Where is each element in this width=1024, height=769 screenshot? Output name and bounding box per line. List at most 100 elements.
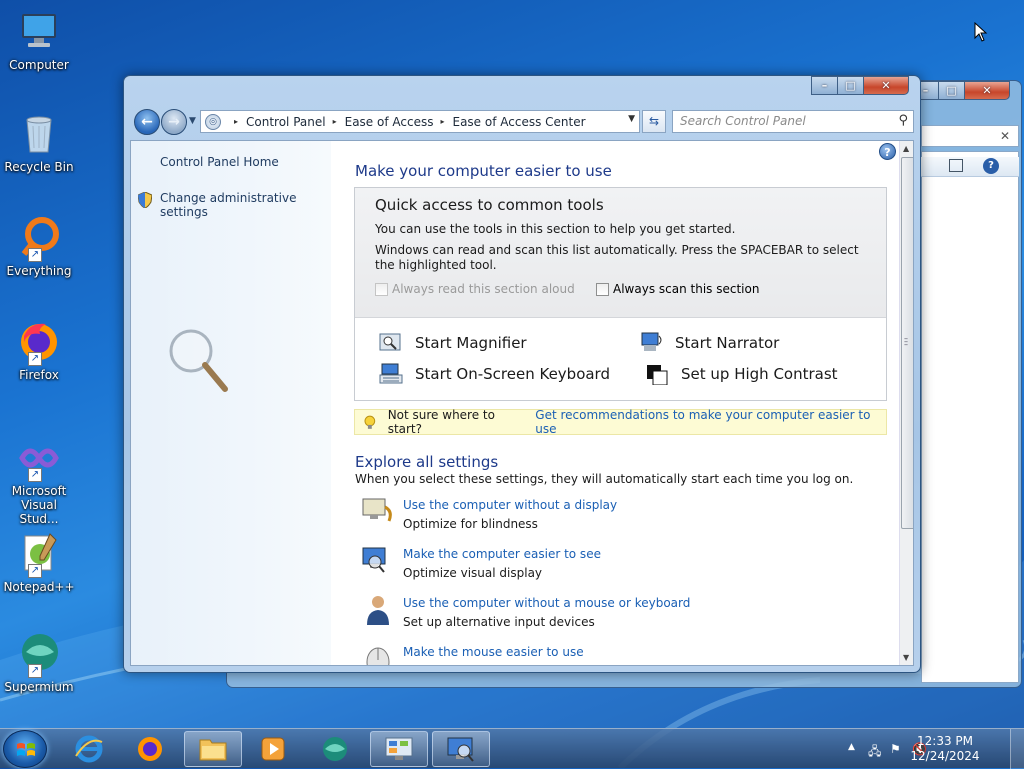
desktop-icon-computer[interactable]: Computer: [2, 8, 76, 72]
change-admin-settings-link[interactable]: Change administrative settings: [160, 191, 331, 219]
setting-without-display[interactable]: Use the computer without a display Optim…: [361, 495, 617, 533]
explore-settings-subtitle: When you select these settings, they wil…: [355, 472, 854, 486]
setup-high-contrast-label: Set up High Contrast: [681, 365, 838, 383]
always-read-aloud-label: Always read this section aloud: [392, 282, 575, 296]
address-bar[interactable]: ◎ ▸ Control Panel ▸ Ease of Access ▸ Eas…: [200, 110, 640, 133]
desktop-icon-supermium[interactable]: ↗ Supermium: [2, 630, 76, 694]
action-center-flag-icon[interactable]: ⚑: [890, 742, 901, 756]
start-magnifier-button[interactable]: Start Magnifier: [379, 332, 527, 354]
address-dropdown-icon[interactable]: ▼: [628, 114, 635, 124]
setting-mouse-easier[interactable]: Make the mouse easier to use: [361, 642, 584, 665]
taskbar-media-player[interactable]: [244, 731, 302, 767]
keyboard-icon: [379, 363, 403, 384]
desktop-icon-label: Computer: [9, 58, 69, 72]
desktop-icon-label: Notepad++: [3, 580, 75, 594]
scrollbar-grip-icon: – – –: [904, 334, 908, 349]
breadcrumb-ease-of-access-center[interactable]: Ease of Access Center: [452, 115, 585, 129]
forward-button[interactable]: →: [161, 109, 187, 135]
recommendations-tip: Not sure where to start? Get recommendat…: [354, 408, 887, 436]
network-icon[interactable]: 🖧: [868, 742, 881, 763]
quick-access-header: Quick access to common tools You can use…: [355, 188, 886, 318]
scroll-down-icon[interactable]: ▼: [903, 653, 909, 662]
system-tray: ▲ 🖧 ⚑ 🔇 12:33 PM 12/24/2024: [824, 729, 1024, 769]
start-onscreen-keyboard-button[interactable]: Start On-Screen Keyboard: [379, 363, 610, 385]
bg-toolbar: ?: [921, 157, 1019, 177]
narrator-icon: [641, 332, 662, 351]
recycle-bin-icon: [16, 110, 62, 156]
setup-high-contrast-button[interactable]: Set up High Contrast: [645, 363, 838, 385]
taskbar-control-panel[interactable]: [370, 731, 428, 767]
setting-title[interactable]: Make the computer easier to see: [403, 544, 601, 564]
search-input[interactable]: Search Control Panel ⚲: [672, 110, 914, 133]
mouse-icon: [366, 647, 390, 665]
always-read-aloud-checkbox[interactable]: Always read this section aloud: [375, 282, 575, 296]
background-window-caption-buttons: – □ ✕: [912, 81, 1010, 100]
bg-address-bar[interactable]: ✕: [921, 125, 1019, 147]
breadcrumb-separator-icon[interactable]: ▸: [333, 117, 337, 126]
start-button[interactable]: [3, 730, 47, 768]
maximize-button[interactable]: □: [837, 76, 864, 95]
bg-close-button[interactable]: ✕: [964, 81, 1010, 100]
refresh-button[interactable]: ⇆: [642, 110, 666, 133]
taskbar-internet-explorer[interactable]: [60, 731, 118, 767]
desktop-icon-recycle-bin[interactable]: Recycle Bin: [2, 110, 76, 174]
breadcrumb-ease-of-access[interactable]: Ease of Access: [345, 115, 434, 129]
taskbar-firefox[interactable]: [121, 731, 179, 767]
setting-title[interactable]: Use the computer without a display: [403, 495, 617, 515]
bg-maximize-button[interactable]: □: [938, 81, 965, 100]
quick-access-title: Quick access to common tools: [375, 196, 604, 214]
search-icon[interactable]: ⚲: [898, 113, 908, 128]
ease-of-access-icon: [447, 737, 474, 762]
shortcut-arrow-icon: ↗: [28, 564, 42, 578]
taskbar-supermium[interactable]: [306, 731, 364, 767]
recommendations-link[interactable]: Get recommendations to make your compute…: [535, 408, 886, 436]
always-scan-label: Always scan this section: [613, 282, 760, 296]
setting-without-mouse-keyboard[interactable]: Use the computer without a mouse or keyb…: [361, 593, 690, 631]
monitor-magnifier-icon: [362, 547, 386, 573]
supermium-icon: [323, 737, 347, 761]
minimize-button[interactable]: –: [811, 76, 838, 95]
show-hidden-icons-icon[interactable]: ▲: [848, 742, 855, 752]
taskbar-ease-of-access-center[interactable]: [432, 731, 490, 767]
magnifier-icon: [379, 333, 401, 351]
caption-buttons: – □ ✕: [811, 76, 909, 95]
setting-subtitle: Optimize visual display: [403, 566, 543, 580]
ease-of-access-window[interactable]: – □ ✕ ← → ▼ ◎ ▸ Control Panel ▸ Ease of …: [123, 75, 921, 673]
always-scan-checkbox[interactable]: Always scan this section: [596, 282, 759, 296]
desktop-icon-notepad-plus-plus[interactable]: ↗ Notepad++: [2, 530, 76, 594]
setting-subtitle: Set up alternative input devices: [403, 615, 595, 629]
main-content: Make your computer easier to use Quick a…: [331, 141, 901, 665]
quick-access-section: Quick access to common tools You can use…: [354, 187, 887, 401]
page-title: Make your computer easier to use: [355, 162, 612, 180]
back-button[interactable]: ←: [134, 109, 160, 135]
bg-clear-icon[interactable]: ✕: [1000, 129, 1010, 143]
bg-help-icon[interactable]: ?: [983, 158, 999, 174]
close-button[interactable]: ✕: [863, 76, 909, 95]
vertical-scrollbar[interactable]: ▲ – – – ▼: [899, 141, 913, 665]
control-panel-home-link[interactable]: Control Panel Home: [160, 155, 279, 169]
breadcrumb-separator-icon[interactable]: ▸: [234, 117, 238, 126]
refresh-icon: ⇆: [648, 114, 660, 128]
desktop-icon-label: Everything: [6, 264, 72, 278]
start-narrator-button[interactable]: Start Narrator: [639, 332, 779, 354]
setting-easier-to-see[interactable]: Make the computer easier to see Optimize…: [361, 544, 601, 582]
taskbar-windows-explorer[interactable]: [184, 731, 242, 767]
breadcrumb-control-panel[interactable]: Control Panel: [246, 115, 326, 129]
clock[interactable]: 12:33 PM 12/24/2024: [910, 734, 980, 764]
windows-logo-icon: [17, 743, 35, 756]
show-desktop-button[interactable]: [1010, 729, 1024, 769]
recent-pages-dropdown-icon[interactable]: ▼: [189, 116, 196, 126]
setting-title[interactable]: Use the computer without a mouse or keyb…: [403, 593, 690, 613]
lightbulb-icon: [364, 415, 376, 429]
media-player-icon: [261, 737, 285, 761]
scroll-up-icon[interactable]: ▲: [903, 144, 909, 153]
desktop-icon-everything[interactable]: ↗ Everything: [2, 214, 76, 278]
control-panel-icon: ◎: [205, 113, 221, 130]
breadcrumb-separator-icon[interactable]: ▸: [440, 117, 444, 126]
desktop-icon-firefox[interactable]: ↗ Firefox: [2, 318, 76, 382]
bg-view-icon[interactable]: [949, 159, 963, 172]
everything-icon: ↗: [16, 214, 62, 262]
internet-explorer-icon: [75, 735, 103, 763]
setting-title[interactable]: Make the mouse easier to use: [403, 642, 584, 662]
desktop-icon-visual-studio[interactable]: ↗ Microsoft Visual Stud...: [2, 434, 76, 526]
